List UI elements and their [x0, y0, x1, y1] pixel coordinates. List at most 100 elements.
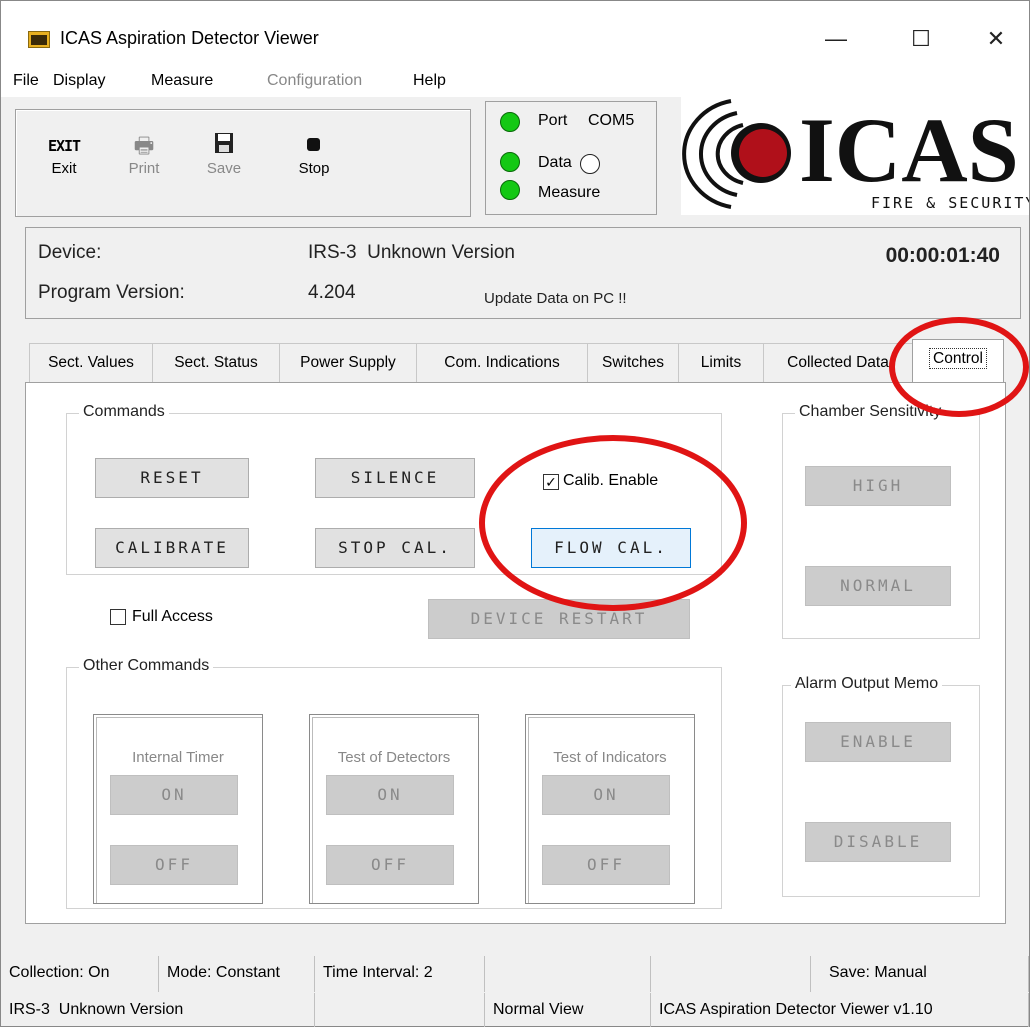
stop-label: Stop: [298, 160, 330, 177]
internal-timer-group: Internal Timer ON OFF: [93, 714, 263, 904]
menu-display[interactable]: Display: [53, 72, 105, 90]
status-bar-top: Collection: On Mode: Constant Time Inter…: [1, 956, 1029, 992]
internal-timer-label: Internal Timer: [132, 749, 224, 766]
measure-label: Measure: [538, 184, 601, 201]
control-tab-panel: Commands RESET SILENCE CALIBRATE STOP CA…: [25, 382, 1006, 924]
tab-sect-status[interactable]: Sect. Status: [152, 343, 280, 383]
exit-label: Exit: [51, 160, 77, 177]
calib-enable-checkbox[interactable]: ✓: [543, 474, 559, 490]
tab-power-supply[interactable]: Power Supply: [279, 343, 417, 383]
tab-control[interactable]: Control: [912, 339, 1004, 383]
icas-logo: ICAS FIRE & SECURITY: [681, 95, 1030, 215]
program-version-value: 4.204: [308, 282, 356, 303]
test-indicators-label: Test of Indicators: [553, 749, 667, 766]
save-label: Save: [206, 160, 242, 177]
stop-button[interactable]: Stop: [286, 132, 342, 177]
sensitivity-normal-button[interactable]: NORMAL: [805, 566, 951, 606]
tab-switches[interactable]: Switches: [587, 343, 679, 383]
status-empty-1: [485, 956, 651, 992]
port-led-icon: [500, 112, 520, 132]
test-indicators-off-button[interactable]: OFF: [542, 845, 670, 885]
menu-bar: File Display Measure Configuration Help: [1, 65, 1029, 97]
print-label: Print: [128, 160, 160, 177]
commands-group: Commands RESET SILENCE CALIBRATE STOP CA…: [66, 403, 722, 575]
status-bar-bottom: IRS-3 Unknown Version Normal View ICAS A…: [1, 993, 1029, 1027]
test-indicators-on-button[interactable]: ON: [542, 775, 670, 815]
other-commands-label: Other Commands: [79, 657, 214, 675]
reset-button[interactable]: RESET: [95, 458, 249, 498]
port-label: Port: [538, 112, 568, 129]
app-icon: [28, 31, 50, 48]
chamber-sensitivity-group: Chamber Sensitivity HIGH NORMAL: [782, 403, 980, 639]
data-led-icon: [500, 152, 520, 172]
chamber-sensitivity-label: Chamber Sensitivity: [795, 403, 946, 421]
internal-timer-on-button[interactable]: ON: [110, 775, 238, 815]
exit-button[interactable]: EXIT Exit: [36, 132, 92, 177]
save-button[interactable]: Save: [196, 132, 252, 177]
logo-tagline: FIRE & SECURITY: [871, 194, 1029, 212]
status-collection: Collection: On: [1, 956, 159, 992]
connection-status-panel: Port COM5 Data Measure: [485, 101, 657, 215]
menu-measure[interactable]: Measure: [151, 72, 213, 90]
tab-sect-values[interactable]: Sect. Values: [29, 343, 153, 383]
device-restart-button[interactable]: DEVICE RESTART: [428, 599, 690, 639]
data-label: Data: [538, 154, 572, 171]
test-detectors-off-button[interactable]: OFF: [326, 845, 454, 885]
status-mode: Mode: Constant: [159, 956, 315, 992]
test-detectors-label: Test of Detectors: [337, 749, 451, 766]
calibrate-button[interactable]: CALIBRATE: [95, 528, 249, 568]
flow-cal-button[interactable]: FLOW CAL.: [531, 528, 691, 568]
tab-control-label: Control: [929, 348, 987, 369]
alarm-memo-disable-button[interactable]: DISABLE: [805, 822, 951, 862]
update-notice: Update Data on PC !!: [484, 290, 627, 307]
status-view: Normal View: [485, 993, 651, 1027]
toolbar: EXIT Exit 🖶 Print Save Stop: [15, 109, 471, 217]
tab-com-indications[interactable]: Com. Indications: [416, 343, 588, 383]
elapsed-timer: 00:00:01:40: [885, 244, 1000, 267]
minimize-button[interactable]: —: [816, 23, 856, 55]
floppy-disk-icon: [196, 132, 252, 160]
alarm-output-memo-label: Alarm Output Memo: [791, 675, 943, 693]
test-detectors-on-button[interactable]: ON: [326, 775, 454, 815]
alarm-output-memo-group: Alarm Output Memo ENABLE DISABLE: [782, 675, 980, 897]
status-app-version: ICAS Aspiration Detector Viewer v1.10: [651, 993, 1029, 1027]
test-detectors-group: Test of Detectors ON OFF: [309, 714, 479, 904]
status-empty-2: [651, 956, 811, 992]
status-time-interval: Time Interval: 2: [315, 956, 485, 992]
print-button[interactable]: 🖶 Print: [116, 132, 172, 177]
program-version-label: Program Version:: [38, 282, 185, 303]
full-access-label: Full Access: [132, 608, 213, 625]
printer-icon: 🖶: [133, 133, 155, 158]
window-title: ICAS Aspiration Detector Viewer: [60, 28, 319, 48]
port-value: COM5: [588, 112, 635, 129]
device-info-panel: Device: IRS-3 Unknown Version Program Ve…: [25, 227, 1021, 319]
other-commands-group: Other Commands Internal Timer ON OFF Tes…: [66, 657, 722, 909]
status-empty-3: [315, 993, 485, 1027]
menu-help[interactable]: Help: [413, 72, 446, 90]
silence-button[interactable]: SILENCE: [315, 458, 475, 498]
app-window: ICAS Aspiration Detector Viewer — ☐ ✕ Fi…: [0, 0, 1030, 1027]
stop-icon: [286, 132, 342, 160]
full-access-checkbox[interactable]: [110, 609, 126, 625]
menu-file[interactable]: File: [13, 72, 39, 90]
commands-group-label: Commands: [79, 403, 169, 421]
alarm-memo-enable-button[interactable]: ENABLE: [805, 722, 951, 762]
sensitivity-high-button[interactable]: HIGH: [805, 466, 951, 506]
icas-logo-graphic: ICAS FIRE & SECURITY: [682, 99, 1030, 212]
calib-enable-label: Calib. Enable: [563, 472, 659, 489]
data-activity-icon: [580, 154, 600, 174]
stop-cal-button[interactable]: STOP CAL.: [315, 528, 475, 568]
menu-configuration[interactable]: Configuration: [267, 72, 362, 90]
logo-brand: ICAS: [799, 99, 1019, 201]
maximize-button[interactable]: ☐: [901, 23, 941, 55]
title-bar: ICAS Aspiration Detector Viewer — ☐ ✕: [1, 1, 1029, 65]
status-device: IRS-3 Unknown Version: [1, 993, 315, 1027]
tab-strip: Sect. Values Sect. Status Power Supply C…: [29, 339, 1009, 383]
device-label: Device:: [38, 242, 102, 263]
internal-timer-off-button[interactable]: OFF: [110, 845, 238, 885]
test-indicators-group: Test of Indicators ON OFF: [525, 714, 695, 904]
tab-collected-data[interactable]: Collected Data: [763, 343, 913, 383]
close-button[interactable]: ✕: [976, 23, 1016, 55]
measure-led-icon: [500, 180, 520, 200]
tab-limits[interactable]: Limits: [678, 343, 764, 383]
